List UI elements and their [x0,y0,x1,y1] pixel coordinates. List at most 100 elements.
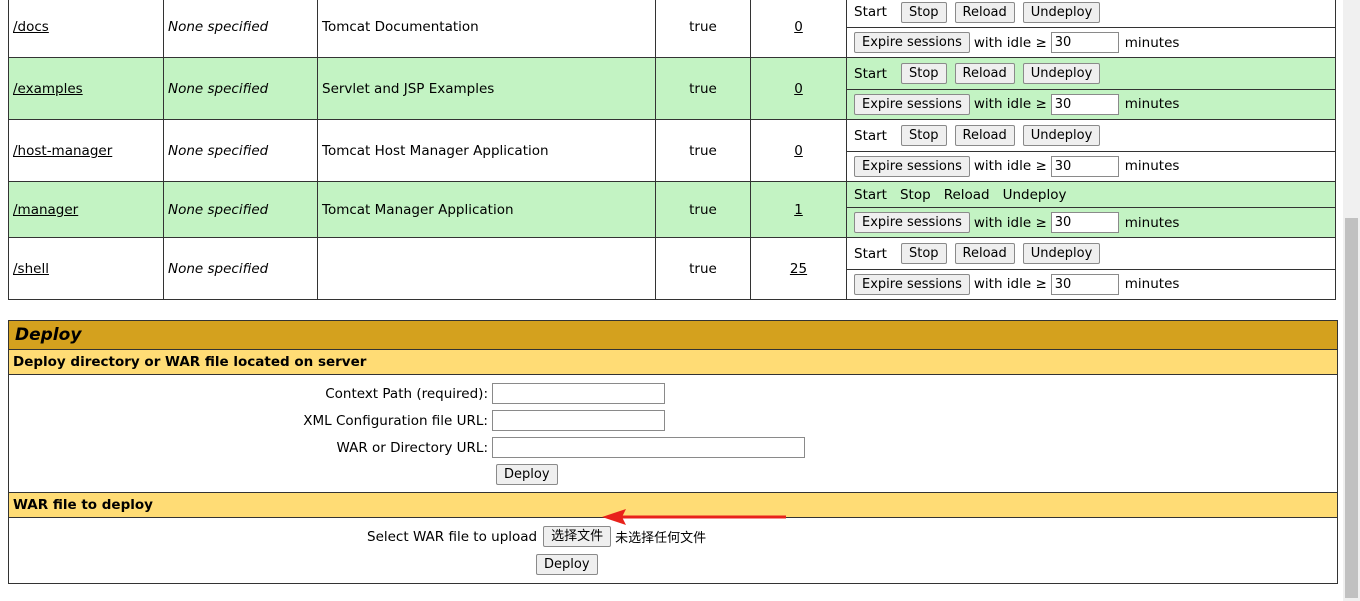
expire-sessions-button[interactable]: Expire sessions [854,212,970,233]
app-path-link[interactable]: /docs [13,19,49,35]
command-row: Start Stop Reload Undeploy [847,239,1335,269]
app-path-link[interactable]: /host-manager [13,143,112,159]
reload-text: Reload [943,186,990,203]
expire-sessions-button[interactable]: Expire sessions [854,155,970,177]
idle-minutes-input[interactable] [1050,155,1119,177]
deploy-title: Deploy [9,321,1337,350]
reload-button[interactable]: Reload [954,243,1015,264]
table-row: /examples None specified Servlet and JSP… [8,57,1336,120]
expire-row: Expire sessions with idle ≥ minutes [847,27,1335,57]
start-text: Start [854,127,887,144]
app-version: None specified [163,119,318,182]
context-path-label: Context Path (required): [325,385,488,402]
app-running: true [655,181,751,238]
applications-table: /docs None specified Tomcat Documentatio… [8,0,1336,300]
war-upload-form: Select WAR file to upload 选择文件 未选择任何文件 D… [9,518,1337,583]
app-sessions-link[interactable]: 0 [794,143,803,159]
app-version: None specified [163,0,318,58]
with-idle-label: with idle ≥ [973,276,1047,292]
app-display-name [317,237,656,300]
start-text: Start [854,245,887,262]
deploy-server-form: Context Path (required): XML Configurati… [9,375,1337,493]
with-idle-label: with idle ≥ [973,158,1047,174]
minutes-label: minutes [1124,276,1180,292]
expire-sessions-button[interactable]: Expire sessions [854,32,970,53]
start-text: Start [854,4,887,20]
expire-sessions-button[interactable]: Expire sessions [854,273,970,295]
war-dir-input[interactable] [492,437,805,458]
app-running: true [655,237,751,300]
context-path-input[interactable] [492,383,665,404]
expire-row: Expire sessions with idle ≥ minutes [847,88,1335,119]
table-row: /docs None specified Tomcat Documentatio… [8,0,1336,58]
app-version: None specified [163,237,318,300]
stop-button[interactable]: Stop [900,125,947,146]
command-row: Start Stop Reload Undeploy [847,182,1335,207]
app-sessions-link[interactable]: 0 [794,81,803,97]
app-sessions-link[interactable]: 25 [790,261,807,277]
scrollbar-thumb[interactable] [1345,218,1358,598]
stop-text: Stop [899,186,931,203]
expire-row: Expire sessions with idle ≥ minutes [847,150,1335,181]
with-idle-label: with idle ≥ [973,214,1047,231]
undeploy-button[interactable]: Undeploy [1022,63,1101,84]
start-text: Start [854,186,887,203]
war-dir-label: WAR or Directory URL: [336,439,488,456]
undeploy-text: Undeploy [1002,186,1067,203]
xml-config-input[interactable] [492,410,665,431]
app-path-link[interactable]: /examples [13,81,83,97]
start-text: Start [854,65,887,82]
table-row: /shell None specified true 25 Start Stop… [8,237,1336,300]
minutes-label: minutes [1124,34,1180,51]
expire-sessions-button[interactable]: Expire sessions [854,93,970,115]
minutes-label: minutes [1124,96,1180,112]
app-running: true [655,119,751,182]
deploy-panel: Deploy Deploy directory or WAR file loca… [8,320,1338,584]
app-sessions-link[interactable]: 0 [794,19,803,35]
app-version: None specified [163,181,318,238]
undeploy-button[interactable]: Undeploy [1022,243,1101,264]
reload-button[interactable]: Reload [954,63,1015,84]
file-chooser: 选择文件 未选择任何文件 [543,526,706,547]
deploy-war-button[interactable]: Deploy [536,554,598,575]
expire-row: Expire sessions with idle ≥ minutes [847,207,1335,237]
stop-button[interactable]: Stop [900,243,947,264]
command-row: Start Stop Reload Undeploy [847,0,1335,27]
app-version: None specified [163,57,318,120]
table-row: /manager None specified Tomcat Manager A… [8,181,1336,238]
deploy-server-button[interactable]: Deploy [496,464,558,485]
idle-minutes-input[interactable] [1050,212,1119,233]
table-row: /host-manager None specified Tomcat Host… [8,119,1336,182]
expire-row: Expire sessions with idle ≥ minutes [847,268,1335,299]
reload-button[interactable]: Reload [954,1,1015,23]
no-file-text: 未选择任何文件 [615,531,707,546]
deploy-server-heading: Deploy directory or WAR file located on … [9,350,1337,375]
choose-file-button[interactable]: 选择文件 [543,526,612,547]
xml-config-label: XML Configuration file URL: [303,412,488,429]
app-sessions-link[interactable]: 1 [794,202,803,218]
app-display-name: Tomcat Host Manager Application [317,119,656,182]
app-running: true [655,0,751,58]
select-war-label: Select WAR file to upload [367,528,538,545]
command-row: Start Stop Reload Undeploy [847,59,1335,89]
undeploy-button[interactable]: Undeploy [1022,1,1101,23]
command-row: Start Stop Reload Undeploy [847,121,1335,151]
app-display-name: Tomcat Documentation [317,0,656,58]
app-path-link[interactable]: /manager [13,202,78,218]
app-display-name: Tomcat Manager Application [317,181,656,238]
idle-minutes-input[interactable] [1050,32,1119,53]
minutes-label: minutes [1124,214,1180,231]
app-display-name: Servlet and JSP Examples [317,57,656,120]
reload-button[interactable]: Reload [954,125,1015,146]
idle-minutes-input[interactable] [1050,273,1119,295]
app-path-link[interactable]: /shell [13,261,49,277]
scrollbar[interactable] [1343,0,1360,601]
undeploy-button[interactable]: Undeploy [1022,125,1101,146]
with-idle-label: with idle ≥ [973,96,1047,112]
with-idle-label: with idle ≥ [973,34,1047,51]
idle-minutes-input[interactable] [1050,93,1119,115]
stop-button[interactable]: Stop [900,1,947,23]
annotation-arrow-icon [602,509,786,525]
stop-button[interactable]: Stop [900,63,947,84]
minutes-label: minutes [1124,158,1180,174]
